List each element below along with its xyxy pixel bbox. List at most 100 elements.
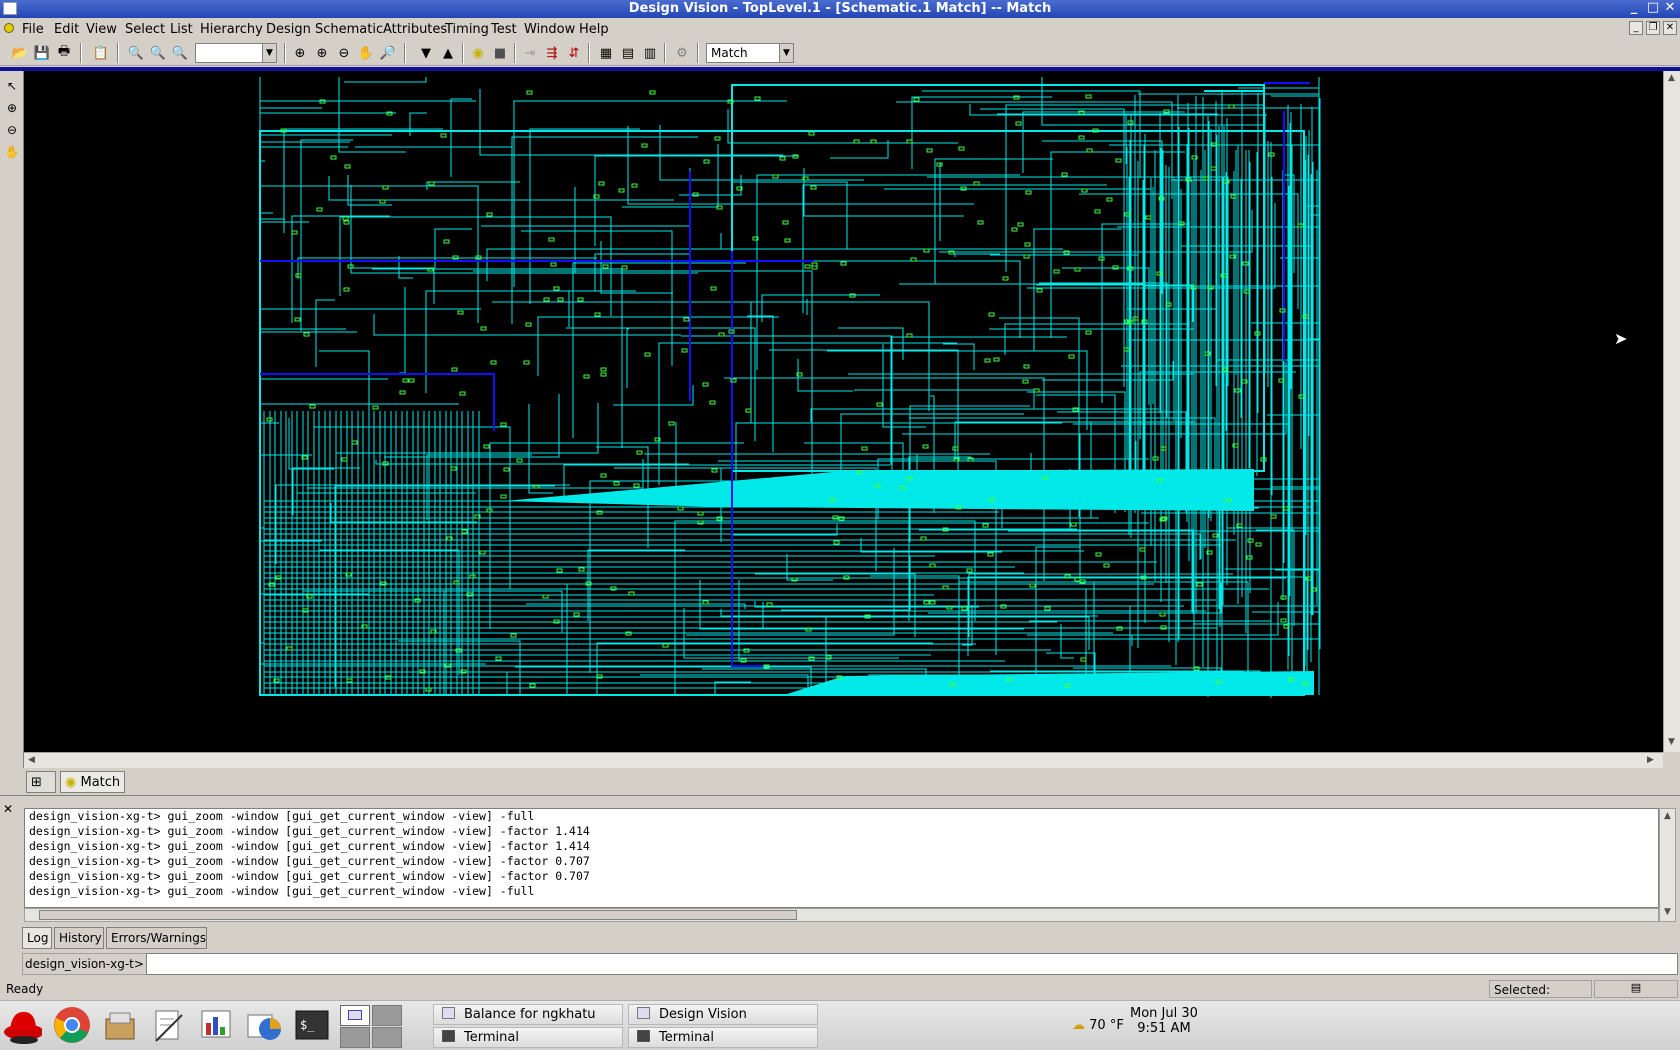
command-input[interactable] [146,953,1678,975]
scroll-right-icon[interactable]: ▶ [1647,755,1654,765]
timing-path-icon[interactable]: ⇵ [564,43,584,63]
terminal-icon [637,1030,650,1042]
print-icon[interactable]: 🖶 [54,43,74,63]
console-vertical-scrollbar[interactable]: ▲ ▼ [1659,808,1676,922]
menu-test[interactable]: Test [491,22,517,37]
workspace-3[interactable] [340,1027,370,1048]
spreadsheet-chart-icon[interactable] [244,1005,284,1045]
chevron-down-icon[interactable]: ▼ [262,44,276,62]
console-log[interactable]: design_vision-xg-t> gui_zoom -window [gu… [24,808,1659,908]
zoom-in-tool-icon[interactable]: 🔍 [126,43,146,63]
pan-hand-icon[interactable]: ✋ [3,145,21,163]
workspace-1[interactable] [340,1005,370,1026]
task-design-vision[interactable]: Design Vision [628,1004,818,1025]
chrome-icon[interactable] [52,1005,92,1045]
menu-timing[interactable]: Timing [445,22,489,37]
schematic-icon[interactable]: ▦ [596,43,616,63]
mouse-cursor-icon: ➤ [1614,329,1628,348]
minimize-button[interactable]: _ [1626,0,1642,15]
mdi-close-icon[interactable]: ✕ [1663,21,1677,35]
menu-attributes[interactable]: Attributes [383,22,447,37]
mdi-restore-icon[interactable]: ❐ [1646,21,1660,35]
hierarchy-schematic-icon[interactable]: ▤ [618,43,638,63]
worst-path-icon[interactable]: ⇶ [542,43,562,63]
zoom-combo[interactable]: ▼ [195,43,277,63]
pop-up-icon[interactable]: ▲ [438,43,458,63]
workspace-2[interactable] [372,1005,402,1026]
zoom-in-icon[interactable]: ⊕ [312,43,332,63]
redhat-logo-icon[interactable] [2,1005,42,1045]
app-menu-icon[interactable] [4,23,14,33]
mdi-minimize-icon[interactable]: _ [1629,21,1643,35]
scroll-left-icon[interactable]: ◀ [28,755,35,765]
symbol-view-icon[interactable]: ◉ [468,43,488,63]
scroll-down-icon[interactable]: ▼ [1664,907,1671,917]
menu-select[interactable]: Select [125,22,165,37]
task-label: Terminal [464,1030,519,1045]
hierarchy-icon[interactable]: ⊞ [26,771,56,793]
select-arrow-icon[interactable]: ↖ [3,79,21,97]
canvas-vertical-scrollbar[interactable]: ▲ ▼ [1663,71,1680,752]
terminal-launcher-icon[interactable]: $_ [292,1005,332,1045]
task-terminal[interactable]: Terminal [433,1027,623,1048]
design-select[interactable]: Match ▼ [706,43,794,63]
menu-schematic[interactable]: Schematic [315,22,383,37]
tab-history[interactable]: History [54,927,104,949]
pan-hand-icon[interactable]: ✋ [356,43,376,63]
file-manager-icon[interactable] [100,1005,140,1045]
menu-file[interactable]: File [22,22,44,37]
scroll-up-icon[interactable]: ▲ [1668,73,1675,83]
stop-icon[interactable]: ■ [490,43,510,63]
menu-window[interactable]: Window [524,22,575,37]
zoom-full-icon[interactable]: 🔎 [378,43,398,63]
log-line: design_vision-xg-t> gui_zoom -window [gu… [29,839,590,853]
console-scroll-thumb[interactable] [39,910,797,920]
schematic-canvas[interactable]: ➤ [24,71,1663,752]
clock-time: 9:51 AM [1137,1021,1191,1036]
workspace-4[interactable] [372,1027,402,1048]
save-icon[interactable]: 💾 [32,43,52,63]
command-prompt: design_vision-xg-t> [22,953,147,975]
menu-view[interactable]: View [86,22,117,37]
scroll-up-icon[interactable]: ▲ [1664,811,1671,821]
tab-match[interactable]: ◉ Match [60,771,126,793]
tab-errors-warnings[interactable]: Errors/Warnings [106,927,207,949]
clock[interactable]: Mon Jul 30 9:51 AM [1130,1006,1198,1036]
window-icon [637,1007,650,1019]
close-button[interactable]: ✕ [1662,0,1678,15]
zoom-out-tool-icon[interactable]: 🔍 [148,43,168,63]
clipboard-icon[interactable]: 📋 [91,43,111,63]
log-line: design_vision-xg-t> gui_zoom -window [gu… [29,884,535,898]
zoom-select-icon[interactable]: 🔍 [170,43,190,63]
menu-help[interactable]: Help [579,22,609,37]
chevron-down-icon[interactable]: ▼ [779,44,793,62]
zoom-in-icon[interactable]: ⊕ [3,101,21,119]
zoom-out-icon[interactable]: ⊖ [3,123,21,141]
tab-match-label: Match [80,775,121,790]
zoom-out-icon[interactable]: ⊖ [334,43,354,63]
task-balance[interactable]: Balance for ngkhatu [433,1004,623,1025]
zoom-fit-icon[interactable]: ⊕ [290,43,310,63]
menu-edit[interactable]: Edit [54,22,79,37]
maximize-button[interactable]: □ [1645,0,1661,15]
close-console-icon[interactable]: ✕ [3,802,13,816]
menu-hierarchy[interactable]: Hierarchy [200,22,263,37]
task-terminal[interactable]: Terminal [628,1027,818,1048]
text-editor-icon[interactable] [148,1005,188,1045]
selection-list-icon[interactable]: ▤ [1594,980,1678,998]
canvas-horizontal-scrollbar[interactable]: ◀ ▶ [24,752,1663,768]
path-schematic-icon[interactable]: ▥ [640,43,660,63]
path-icon[interactable]: ⇥ [520,43,540,63]
menu-list[interactable]: List [170,22,193,37]
scroll-down-icon[interactable]: ▼ [1668,737,1675,747]
tab-log[interactable]: Log [22,927,52,949]
console-horizontal-scrollbar[interactable] [24,908,1659,922]
presentation-icon[interactable] [196,1005,236,1045]
menu-design[interactable]: Design [266,22,311,37]
weather-widget[interactable]: ☁ 70 °F [1072,1018,1124,1033]
log-line: design_vision-xg-t> gui_zoom -window [gu… [29,854,590,868]
properties-icon[interactable]: ⚙ [672,43,692,63]
main-toolbar: 📂 💾 🖶 📋 🔍 🔍 🔍 ▼ ⊕ ⊕ ⊖ ✋ 🔎 ▼ ▲ ◉ ■ ⇥ ⇶ ⇵ … [0,40,1680,66]
open-folder-icon[interactable]: 📂 [10,43,30,63]
push-down-icon[interactable]: ▼ [416,43,436,63]
